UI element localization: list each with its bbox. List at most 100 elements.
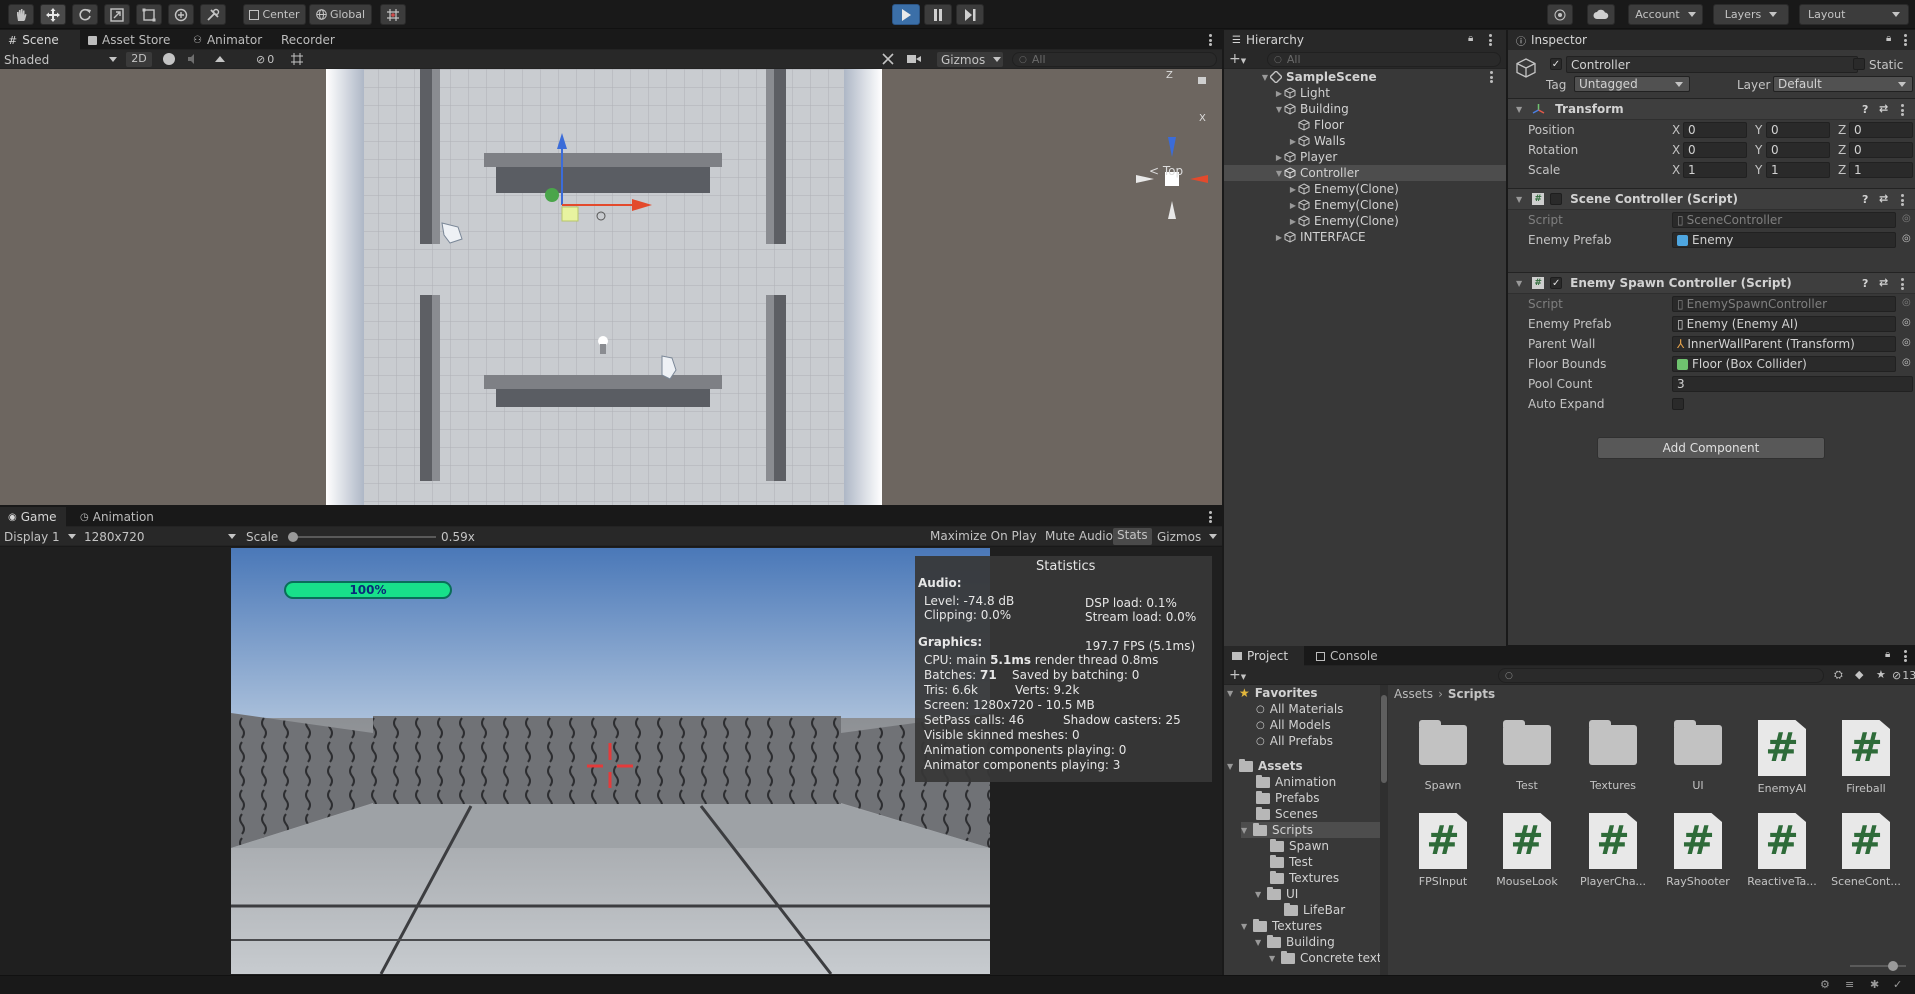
search-by-type-icon[interactable]: ⛭: [1834, 668, 1843, 682]
hierarchy-item-controller[interactable]: ▼ Controller: [1224, 165, 1506, 181]
move-tool-button[interactable]: [40, 4, 66, 25]
rotation-z-field[interactable]: 0: [1849, 142, 1913, 158]
tree-favorites[interactable]: ▼ ★ Favorites: [1227, 685, 1317, 701]
asset-folder-spawn[interactable]: Spawn: [1408, 720, 1478, 792]
tree-scripts[interactable]: ▼ Scripts: [1241, 822, 1381, 838]
cloud-button[interactable]: [1587, 4, 1615, 25]
asset-script-fireball[interactable]: # Fireball: [1831, 720, 1901, 795]
game-gizmos-dropdown[interactable]: Gizmos: [1153, 529, 1217, 544]
position-z-field[interactable]: 0: [1849, 122, 1913, 138]
rect-tool-button[interactable]: [136, 4, 162, 25]
scale-x-field[interactable]: 1: [1683, 162, 1747, 178]
layer-dropdown[interactable]: Default: [1773, 76, 1913, 92]
2d-toggle[interactable]: 2D: [126, 52, 152, 67]
tree-ui[interactable]: ▼ UI: [1255, 886, 1298, 902]
project-search-input[interactable]: ○: [1498, 668, 1824, 683]
lock-icon[interactable]: 🔒︎: [1886, 33, 1891, 44]
auto-expand-checkbox[interactable]: [1672, 398, 1684, 410]
enabled-checkbox[interactable]: [1550, 193, 1563, 205]
create-add-button[interactable]: +▼: [1229, 51, 1246, 67]
tree-textures[interactable]: ▼ Textures: [1241, 918, 1322, 934]
tree-scrollbar-thumb[interactable]: [1381, 695, 1387, 783]
hand-tool-button[interactable]: [8, 4, 34, 25]
asset-script-rayshooter[interactable]: # RayShooter: [1663, 813, 1733, 888]
component-menu-icon[interactable]: [1901, 194, 1904, 206]
tree-animation[interactable]: Animation: [1256, 774, 1336, 790]
tab-hierarchy[interactable]: ☰ Hierarchy: [1224, 30, 1506, 50]
tree-scrollbar[interactable]: [1380, 685, 1388, 975]
check-circle-icon[interactable]: ✓: [1893, 978, 1902, 991]
scene-menu-icon[interactable]: [1490, 71, 1493, 83]
scale-slider[interactable]: [288, 532, 436, 542]
resolution-dropdown[interactable]: 1280x720: [84, 529, 236, 544]
enemy-spawn-controller-header[interactable]: ▼ # ✓ Enemy Spawn Controller (Script) ? …: [1508, 272, 1915, 294]
custom-tool-button[interactable]: [200, 4, 226, 25]
camera-dropdown[interactable]: [907, 53, 921, 65]
hierarchy-item-walls[interactable]: ▶ Walls: [1224, 133, 1506, 149]
asset-folder-test[interactable]: Test: [1492, 720, 1562, 792]
audio-toggle-icon[interactable]: [187, 53, 199, 65]
project-menu-icon[interactable]: [1904, 650, 1907, 662]
asset-script-mouselook[interactable]: # MouseLook: [1492, 813, 1562, 888]
object-picker-icon[interactable]: ◎: [1902, 357, 1911, 368]
play-button[interactable]: [892, 4, 920, 25]
inspector-menu-icon[interactable]: [1904, 34, 1907, 46]
help-icon[interactable]: ?: [1862, 103, 1868, 116]
pause-button[interactable]: [924, 4, 952, 25]
hierarchy-search-input[interactable]: ○ All: [1267, 52, 1501, 67]
rotate-tool-button[interactable]: [72, 4, 98, 25]
hierarchy-item-light[interactable]: ▶ Light: [1224, 85, 1506, 101]
tree-prefabs[interactable]: Prefabs: [1256, 790, 1320, 806]
tree-test[interactable]: Test: [1270, 854, 1313, 870]
scale-slider-thumb[interactable]: [288, 532, 298, 542]
create-asset-button[interactable]: +▼: [1229, 667, 1246, 683]
tree-building[interactable]: ▼ Building: [1255, 934, 1335, 950]
tree-all-prefabs[interactable]: ○ All Prefabs: [1256, 733, 1333, 749]
hierarchy-item-enemy-clone[interactable]: ▶ Enemy(Clone): [1224, 197, 1506, 213]
asset-script-enemyai[interactable]: # EnemyAI: [1747, 720, 1817, 795]
tab-scene[interactable]: # Scene: [0, 30, 80, 50]
tab-animator[interactable]: ⚇ Animator: [185, 30, 270, 50]
scene-tools-icon[interactable]: [882, 53, 894, 65]
step-button[interactable]: [956, 4, 984, 25]
component-menu-icon[interactable]: [1901, 104, 1904, 116]
hierarchy-item-floor[interactable]: Floor: [1224, 117, 1506, 133]
scale-z-field[interactable]: 1: [1849, 162, 1913, 178]
scene-view[interactable]: Z X < Top: [0, 69, 1222, 505]
enabled-checkbox[interactable]: ✓: [1550, 277, 1563, 289]
presets-icon[interactable]: ⇄: [1879, 276, 1888, 289]
shading-mode-dropdown[interactable]: Shaded: [4, 52, 117, 67]
static-checkbox[interactable]: [1853, 58, 1865, 70]
scene-search-input[interactable]: ○ All: [1012, 52, 1217, 67]
transform-tool-button[interactable]: [168, 4, 194, 25]
mute-audio-toggle[interactable]: Mute Audio: [1045, 529, 1113, 544]
tab-project[interactable]: Project: [1224, 646, 1304, 666]
object-picker-icon[interactable]: ◎: [1902, 213, 1911, 224]
tab-console[interactable]: Console: [1308, 646, 1386, 666]
asset-script-playercharacter[interactable]: # PlayerCha...: [1578, 813, 1648, 888]
layers-dropdown[interactable]: Layers: [1713, 4, 1789, 25]
enemy-prefab-field[interactable]: Enemy: [1672, 232, 1896, 248]
tree-concrete-textures[interactable]: ▼ Concrete texti: [1269, 950, 1385, 966]
floor-bounds-field[interactable]: Floor (Box Collider): [1672, 356, 1896, 372]
favorite-star-icon[interactable]: ★: [1876, 668, 1886, 681]
object-picker-icon[interactable]: ◎: [1902, 337, 1911, 348]
parent-wall-field[interactable]: ⅄ InnerWallParent (Transform): [1672, 336, 1896, 352]
layout-dropdown[interactable]: Layout: [1799, 4, 1909, 25]
game-panel-menu-icon[interactable]: [1209, 511, 1212, 523]
object-name-field[interactable]: Controller: [1566, 56, 1858, 73]
hierarchy-item-enemy-clone[interactable]: ▶ Enemy(Clone): [1224, 213, 1506, 229]
asset-script-fpsinput[interactable]: # FPSInput: [1408, 813, 1478, 888]
account-dropdown[interactable]: Account: [1628, 4, 1703, 25]
hierarchy-item-building[interactable]: ▼ Building: [1224, 101, 1506, 117]
add-component-button[interactable]: Add Component: [1597, 437, 1825, 459]
asset-script-reactivetarget[interactable]: # ReactiveTa...: [1747, 813, 1817, 888]
rotation-y-field[interactable]: 0: [1766, 142, 1830, 158]
hidden-objects-toggle[interactable]: ⊘ 0: [256, 53, 274, 66]
tab-game[interactable]: ◉ Game: [0, 507, 66, 527]
lock-icon[interactable]: 🔒︎: [1885, 649, 1890, 660]
tab-recorder[interactable]: Recorder: [273, 30, 343, 50]
maximize-on-play-toggle[interactable]: Maximize On Play: [930, 529, 1037, 544]
tab-inspector[interactable]: ⓘ Inspector: [1508, 30, 1915, 50]
icon-size-slider[interactable]: [1850, 961, 1906, 971]
